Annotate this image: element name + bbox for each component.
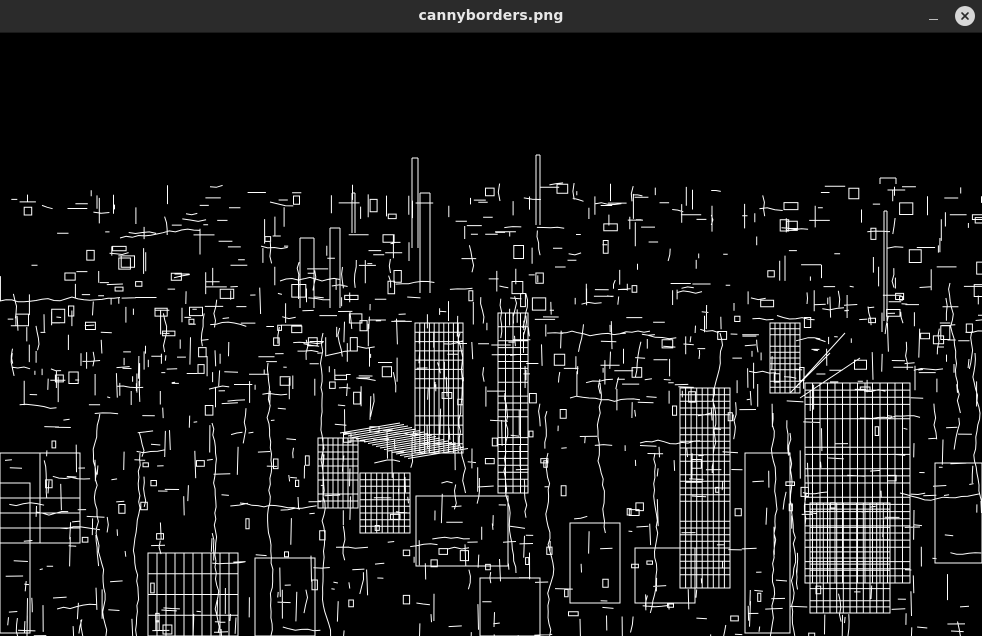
close-icon	[961, 12, 969, 20]
edge-lines	[0, 154, 982, 636]
window-title: cannyborders.png	[418, 8, 564, 24]
image-viewer-window: cannyborders.png	[0, 0, 982, 636]
minimize-icon	[928, 19, 938, 20]
image-canvas	[0, 33, 982, 636]
close-button[interactable]	[955, 6, 975, 26]
minimize-button[interactable]	[922, 6, 944, 28]
title-bar[interactable]: cannyborders.png	[0, 0, 982, 33]
edge-image	[0, 154, 982, 636]
